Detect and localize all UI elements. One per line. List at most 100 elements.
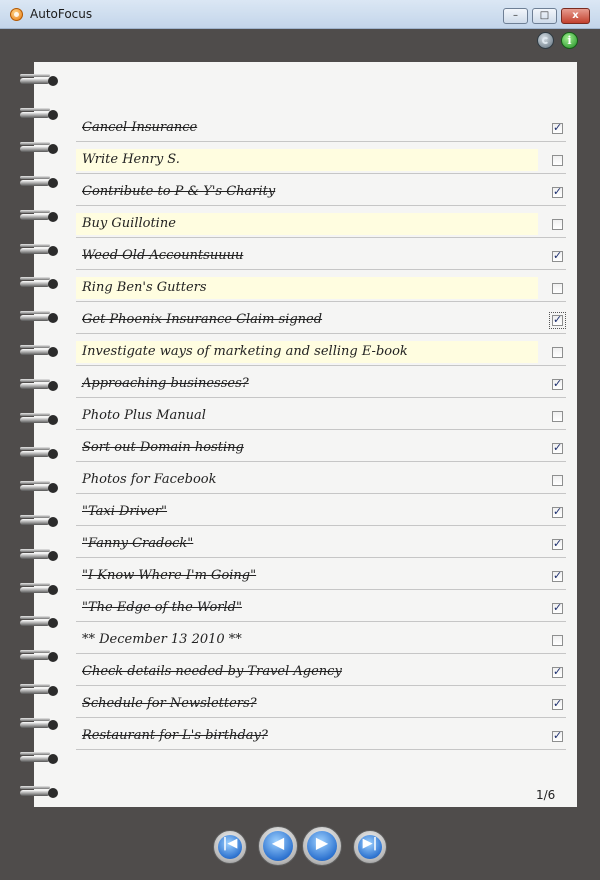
- first-page-button[interactable]: |◀: [213, 830, 247, 864]
- last-page-glyph: ▶|: [362, 836, 378, 851]
- task-done-checkbox[interactable]: [552, 475, 563, 486]
- task-text: Weed Old Accountsuuuu: [82, 248, 244, 263]
- task-text-field[interactable]: "I Know Where I'm Going": [76, 565, 538, 587]
- task-row: "I Know Where I'm Going": [76, 559, 566, 590]
- task-text-field[interactable]: Schedule for Newsletters?: [76, 693, 538, 715]
- task-done-checkbox[interactable]: [552, 249, 563, 262]
- task-done-checkbox[interactable]: [552, 411, 563, 422]
- task-text-field[interactable]: Restaurant for L's birthday?: [76, 725, 538, 747]
- task-done-checkbox[interactable]: [552, 635, 563, 646]
- task-text: "Fanny Cradock": [82, 536, 194, 551]
- task-row: Weed Old Accountsuuuu: [76, 239, 566, 270]
- task-text-field[interactable]: ** December 13 2010 **: [76, 629, 538, 651]
- maximize-button[interactable]: □: [532, 8, 557, 24]
- spiral-ring-icon: [20, 650, 58, 664]
- task-text: Photos for Facebook: [82, 472, 217, 487]
- spiral-ring-icon: [20, 446, 58, 461]
- spiral-ring-icon: [20, 311, 58, 325]
- task-text-field[interactable]: Cancel Insurance: [76, 117, 538, 139]
- task-done-checkbox[interactable]: [552, 347, 563, 358]
- spiral-ring-icon: [20, 209, 58, 224]
- task-row: Cancel Insurance: [76, 111, 566, 142]
- task-done-checkbox[interactable]: [552, 505, 563, 518]
- task-done-checkbox[interactable]: [549, 312, 566, 329]
- task-row: Sort out Domain hosting: [76, 431, 566, 462]
- task-row: ** December 13 2010 **: [76, 623, 566, 654]
- task-row: Approaching businesses?: [76, 367, 566, 398]
- task-row: Investigate ways of marketing and sellin…: [76, 335, 566, 366]
- task-text-field[interactable]: Buy Guillotine: [76, 213, 538, 235]
- app-window: AutoFocus – □ x i Cancel Insurance Write …: [0, 0, 600, 880]
- task-done-checkbox[interactable]: [552, 121, 563, 134]
- task-row: Check details needed by Travel Agency: [76, 655, 566, 686]
- task-row: Photos for Facebook: [76, 463, 566, 494]
- spiral-ring-icon: [20, 684, 58, 698]
- spiral-ring-icon: [20, 141, 58, 156]
- task-text: ** December 13 2010 **: [82, 632, 242, 647]
- task-row: Photo Plus Manual: [76, 399, 566, 430]
- title-bar[interactable]: AutoFocus – □ x: [0, 0, 600, 29]
- task-text: Investigate ways of marketing and sellin…: [82, 344, 408, 359]
- task-text-field[interactable]: Check details needed by Travel Agency: [76, 661, 538, 683]
- last-page-button[interactable]: ▶|: [353, 830, 387, 864]
- task-text-field[interactable]: Sort out Domain hosting: [76, 437, 538, 459]
- task-text: Photo Plus Manual: [82, 408, 206, 423]
- task-row: Restaurant for L's birthday?: [76, 719, 566, 750]
- app-icon: [10, 8, 23, 21]
- next-page-button[interactable]: ▶: [302, 826, 342, 866]
- task-done-checkbox[interactable]: [552, 185, 563, 198]
- spiral-ring-icon: [20, 74, 58, 88]
- task-text-field[interactable]: Get Phoenix Insurance Claim signed: [76, 309, 538, 331]
- info-icon[interactable]: i: [561, 32, 578, 49]
- task-row: Ring Ben's Gutters: [76, 271, 566, 302]
- task-text: Schedule for Newsletters?: [82, 696, 257, 711]
- task-done-checkbox[interactable]: [552, 219, 563, 230]
- task-text: Ring Ben's Gutters: [82, 280, 207, 295]
- spiral-ring-icon: [20, 243, 58, 258]
- task-text: Buy Guillotine: [82, 216, 176, 231]
- previous-page-button[interactable]: ◀: [258, 826, 298, 866]
- task-text: "I Know Where I'm Going": [82, 568, 257, 583]
- task-text-field[interactable]: Contribute to P & Y's Charity: [76, 181, 538, 203]
- task-text-field[interactable]: Write Henry S.: [76, 149, 538, 171]
- task-done-checkbox[interactable]: [552, 601, 563, 614]
- task-row: "The Edge of the World": [76, 591, 566, 622]
- task-done-checkbox[interactable]: [552, 441, 563, 454]
- task-row: Write Henry S.: [76, 143, 566, 174]
- close-button[interactable]: x: [561, 8, 590, 24]
- task-text-field[interactable]: Investigate ways of marketing and sellin…: [76, 341, 538, 363]
- task-text: Get Phoenix Insurance Claim signed: [82, 312, 323, 327]
- task-done-checkbox[interactable]: [552, 569, 563, 582]
- spiral-ring-icon: [20, 413, 58, 427]
- task-done-checkbox[interactable]: [552, 155, 563, 166]
- task-done-checkbox[interactable]: [552, 697, 563, 710]
- task-text-field[interactable]: Weed Old Accountsuuuu: [76, 245, 538, 267]
- spiral-ring-icon: [20, 548, 58, 563]
- task-text-field[interactable]: "The Edge of the World": [76, 597, 538, 619]
- task-text: "The Edge of the World": [82, 600, 242, 615]
- task-done-checkbox[interactable]: [552, 283, 563, 294]
- spiral-ring-icon: [20, 752, 58, 766]
- task-done-checkbox[interactable]: [552, 537, 563, 550]
- spiral-ring-icon: [20, 785, 58, 800]
- task-text-field[interactable]: Ring Ben's Gutters: [76, 277, 538, 299]
- spiral-ring-icon: [20, 277, 58, 291]
- sync-icon[interactable]: [537, 32, 554, 49]
- spiral-ring-icon: [20, 175, 58, 190]
- task-done-checkbox[interactable]: [552, 729, 563, 742]
- task-text-field[interactable]: Photos for Facebook: [76, 469, 538, 491]
- task-done-checkbox[interactable]: [552, 377, 563, 390]
- task-text: Write Henry S.: [82, 152, 180, 167]
- task-text-field[interactable]: "Fanny Cradock": [76, 533, 538, 555]
- task-text-field[interactable]: Photo Plus Manual: [76, 405, 538, 427]
- task-row: Buy Guillotine: [76, 207, 566, 238]
- minimize-button[interactable]: –: [503, 8, 528, 24]
- task-text: "Taxi Driver": [82, 504, 168, 519]
- spiral-ring-icon: [20, 379, 58, 393]
- window-title: AutoFocus: [30, 7, 93, 21]
- task-text-field[interactable]: "Taxi Driver": [76, 501, 538, 523]
- task-text-field[interactable]: Approaching businesses?: [76, 373, 538, 395]
- task-text: Cancel Insurance: [82, 120, 198, 135]
- task-row: "Fanny Cradock": [76, 527, 566, 558]
- task-done-checkbox[interactable]: [552, 665, 563, 678]
